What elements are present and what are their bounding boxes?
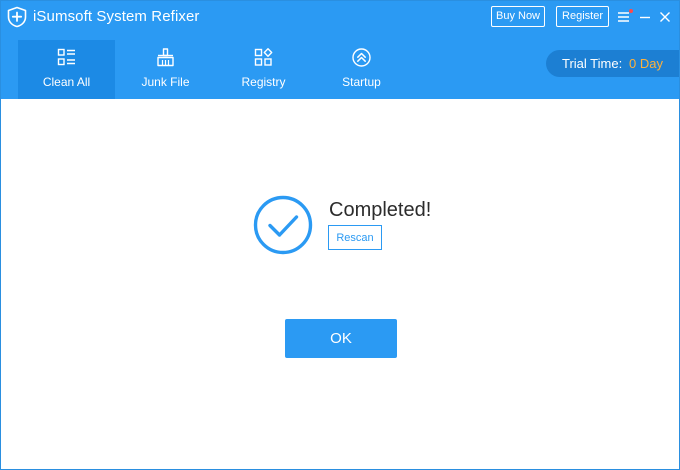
tab-label: Junk File <box>141 75 190 89</box>
tab-startup[interactable]: Startup <box>313 40 410 99</box>
app-title: iSumsoft System Refixer <box>33 8 200 25</box>
buy-now-button[interactable]: Buy Now <box>491 6 545 27</box>
tab-label: Registry <box>241 75 286 89</box>
tab-label: Startup <box>342 75 381 89</box>
trial-time-badge: Trial Time: 0 Day <box>546 50 679 77</box>
app-window: iSumsoft System Refixer Buy Now Register… <box>0 0 680 470</box>
trial-time-value: 0 Day <box>629 56 663 71</box>
rescan-button[interactable]: Rescan <box>328 225 382 250</box>
clean-all-icon <box>57 48 75 66</box>
register-button[interactable]: Register <box>556 6 609 27</box>
startup-icon <box>352 48 371 67</box>
broom-icon <box>157 48 174 67</box>
notification-dot <box>629 9 633 13</box>
close-icon[interactable] <box>658 10 672 24</box>
tab-junk-file[interactable]: Junk File <box>117 40 214 99</box>
completed-check-icon <box>253 195 313 255</box>
trial-time-label: Trial Time: <box>562 56 623 71</box>
minimize-icon[interactable] <box>638 10 652 24</box>
tab-clean-all[interactable]: Clean All <box>18 40 115 99</box>
tab-registry[interactable]: Registry <box>215 40 312 99</box>
header-bar: iSumsoft System Refixer Buy Now Register… <box>1 1 679 99</box>
tab-label: Clean All <box>42 75 91 89</box>
completed-title: Completed! <box>329 199 432 221</box>
ok-button[interactable]: OK <box>285 319 397 358</box>
app-logo-icon <box>7 6 27 28</box>
registry-icon <box>254 48 273 66</box>
